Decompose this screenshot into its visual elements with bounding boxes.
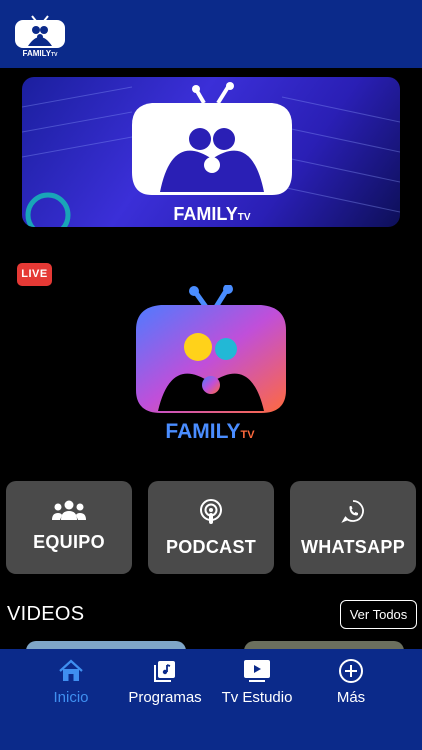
plus-circle-icon <box>326 657 376 685</box>
live-logo-suffix: TV <box>241 429 256 441</box>
hero-banner[interactable]: FAMILYTV <box>22 77 400 227</box>
nav-label-mas: Más <box>336 689 366 706</box>
svg-text:FAMILYTV: FAMILYTV <box>165 420 255 443</box>
equipo-label: EQUIPO <box>33 532 105 552</box>
svg-text:FAMILYTV: FAMILYTV <box>173 204 250 224</box>
live-stream-logo[interactable]: FAMILYTV <box>126 285 296 445</box>
tv-play-icon <box>214 657 300 685</box>
live-logo-text: FAMILY <box>165 420 240 443</box>
nav-item-tv-estudio[interactable]: Tv Estudio <box>214 657 300 706</box>
top-logo-text: FAMILY <box>23 49 52 58</box>
banner-logo-suffix: TV <box>238 212 251 223</box>
nav-item-programas[interactable]: Programas <box>120 657 210 706</box>
bottom-navigation: Inicio Programas Tv Estudio Más <box>0 649 422 750</box>
top-bar: FAMILYTV <box>0 0 422 68</box>
svg-text:FAMILYTV: FAMILYTV <box>23 49 59 58</box>
familytv-logo[interactable]: FAMILYTV <box>10 10 70 58</box>
home-icon <box>44 657 98 685</box>
banner-logo-text: FAMILY <box>173 204 237 224</box>
nav-label-tv-estudio: Tv Estudio <box>221 689 293 706</box>
nav-label-inicio: Inicio <box>53 689 89 706</box>
live-badge: LIVE <box>17 263 52 286</box>
people-icon <box>6 499 132 523</box>
banner-art: FAMILYTV <box>22 82 400 227</box>
videos-section-title: VIDEOS <box>7 603 85 625</box>
whatsapp-label: WHATSAPP <box>300 537 406 557</box>
nav-item-inicio[interactable]: Inicio <box>44 657 98 706</box>
programs-icon <box>120 657 210 685</box>
nav-item-mas[interactable]: Más <box>326 657 376 706</box>
top-logo-suffix: TV <box>51 52 58 58</box>
podcast-button[interactable]: PODCAST <box>148 481 274 574</box>
equipo-button[interactable]: EQUIPO <box>6 481 132 574</box>
podcast-label: PODCAST <box>165 537 257 557</box>
nav-label-programas: Programas <box>128 689 202 706</box>
whatsapp-button[interactable]: WHATSAPP <box>290 481 416 574</box>
see-all-button[interactable]: Ver Todos <box>340 600 417 629</box>
podcast-icon <box>148 499 274 524</box>
whatsapp-icon <box>290 499 416 523</box>
